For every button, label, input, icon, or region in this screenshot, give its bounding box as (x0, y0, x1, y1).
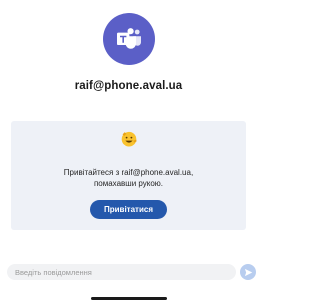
say-hello-button[interactable]: Привітатися (90, 200, 167, 219)
message-input[interactable] (7, 264, 236, 280)
home-indicator (91, 297, 167, 300)
message-composer (7, 264, 236, 280)
send-arrow-icon (244, 268, 252, 276)
microsoft-teams-icon (117, 28, 141, 49)
account-name: raif@phone.aval.ua (74, 80, 183, 92)
send-button[interactable] (240, 264, 256, 280)
greeting-message: Привітайтеся з raif@phone.aval.ua, помах… (11, 167, 246, 189)
greeting-card: Привітайтеся з raif@phone.aval.ua, помах… (11, 121, 246, 230)
greeting-message-line1: Привітайтеся з raif@phone.aval.ua, (63, 168, 194, 177)
greeting-message-line2: помахавши рукою. (93, 179, 164, 188)
teams-avatar (103, 13, 155, 65)
waving-hand-emoji (121, 131, 137, 147)
